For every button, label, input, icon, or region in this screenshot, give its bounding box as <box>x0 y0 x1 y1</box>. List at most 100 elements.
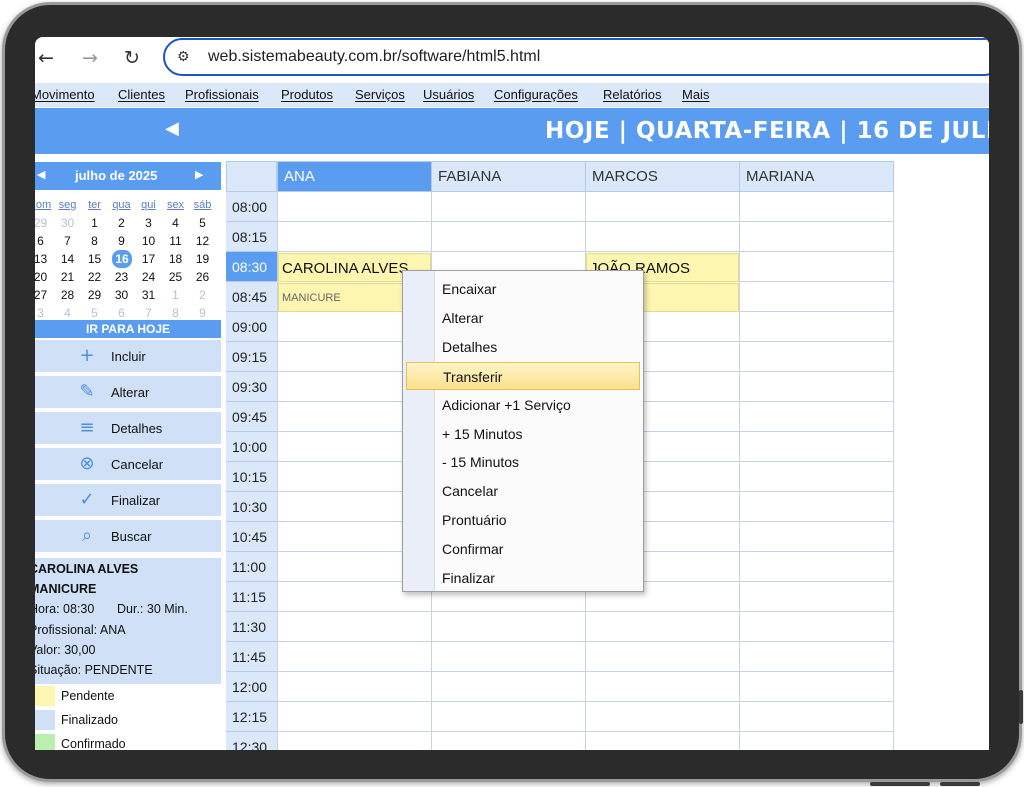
calendar-day[interactable]: 30 <box>54 214 81 232</box>
finalize-button-label: Finalizar <box>111 493 161 508</box>
triangle-left-icon[interactable]: ◀ <box>37 168 45 181</box>
collapse-panel-icon[interactable]: ◀ <box>165 118 179 139</box>
weekday-label: sáb <box>193 199 212 211</box>
time-slot-label: 10:30 <box>226 492 277 522</box>
calendar-day[interactable]: 18 <box>162 250 189 268</box>
legend-item: Finalizado <box>35 708 221 732</box>
page-header: ◀ HOJE | QUARTA-FEIRA | 16 DE JULHO <box>35 108 989 154</box>
menu-usuarios[interactable]: Usuários <box>423 87 474 102</box>
column-header-fabiana[interactable]: FABIANA <box>431 161 586 192</box>
go-to-today-button[interactable]: IR PARA HOJE <box>35 320 221 338</box>
forward-arrow-icon[interactable]: → <box>77 45 103 71</box>
weekday-label: ter <box>88 199 101 211</box>
menu-profissionais[interactable]: Profissionais <box>185 87 259 102</box>
finalize-button[interactable]: ✓ Finalizar <box>35 484 221 518</box>
url-text[interactable]: web.sistemabeauty.com.br/software/html5.… <box>208 48 540 66</box>
time-slot-label: 08:30 <box>226 252 277 282</box>
context-menu-item[interactable]: Transferir <box>406 361 640 390</box>
calendar-day[interactable]: 20 <box>35 268 54 286</box>
context-menu-item[interactable]: Adicionar +1 Serviço <box>406 391 640 419</box>
menu-mais[interactable]: Mais <box>682 87 709 102</box>
tablet-bottom-button <box>870 782 930 786</box>
calendar-day[interactable]: 19 <box>189 250 216 268</box>
calendar-day[interactable]: 3 <box>135 214 162 232</box>
calendar-day-today[interactable]: 16 <box>112 250 132 268</box>
edit-button-label: Alterar <box>111 385 150 400</box>
calendar-day[interactable]: 8 <box>81 232 108 250</box>
calendar-day[interactable]: 26 <box>189 268 216 286</box>
calendar-day[interactable]: 12 <box>189 232 216 250</box>
calendar-header: ◀ julho de 2025 ▶ <box>35 162 221 190</box>
calendar-day[interactable]: 29 <box>81 286 108 304</box>
calendar-day[interactable]: 28 <box>54 286 81 304</box>
context-menu-item-label: Alterar <box>442 309 484 326</box>
reload-icon[interactable]: ↻ <box>119 45 145 71</box>
calendar-day[interactable]: 6 <box>35 232 54 250</box>
context-menu-item[interactable]: Confirmar <box>406 535 640 563</box>
menu-produtos[interactable]: Produtos <box>281 87 333 102</box>
time-slot-label: 11:00 <box>226 552 277 582</box>
context-menu-item[interactable]: Detalhes <box>406 333 640 361</box>
menu-movimento[interactable]: Movimento <box>35 87 95 102</box>
calendar-day[interactable]: 25 <box>162 268 189 286</box>
weekday-label: seg <box>58 199 77 211</box>
calendar-day[interactable]: 31 <box>135 286 162 304</box>
calendar-day[interactable]: 2 <box>189 286 216 304</box>
calendar-day[interactable]: 24 <box>135 268 162 286</box>
calendar-day[interactable]: 14 <box>54 250 81 268</box>
details-button[interactable]: ≡ Detalhes <box>35 412 221 446</box>
calendar-day[interactable]: 29 <box>35 214 54 232</box>
back-arrow-icon[interactable]: ← <box>35 45 59 71</box>
column-header-marcos[interactable]: MARCOS <box>585 161 740 192</box>
calendar-day[interactable]: 23 <box>108 268 135 286</box>
time-slot-label: 11:45 <box>226 642 277 672</box>
calendar-weekday-row: dom seg ter qua qui sex sáb <box>35 196 217 214</box>
column-header-ana[interactable]: ANA <box>277 161 432 192</box>
column-header-mariana[interactable]: MARIANA <box>739 161 894 192</box>
calendar-day[interactable]: 22 <box>81 268 108 286</box>
time-slot-label: 09:30 <box>226 372 277 402</box>
context-menu-item[interactable]: Cancelar <box>406 477 640 505</box>
site-settings-icon[interactable]: ⚙ <box>177 48 195 66</box>
calendar-day[interactable]: 1 <box>81 214 108 232</box>
context-menu-item[interactable]: + 15 Minutos <box>406 420 640 448</box>
menu-configuracoes[interactable]: Configurações <box>494 87 578 102</box>
tablet-bottom-button <box>940 782 980 786</box>
calendar-day[interactable]: 27 <box>35 286 54 304</box>
legend-item: Pendente <box>35 684 221 708</box>
context-menu-item[interactable]: - 15 Minutos <box>406 448 640 476</box>
calendar-day[interactable]: 30 <box>108 286 135 304</box>
context-menu-item-label: + 15 Minutos <box>442 425 523 442</box>
edit-button[interactable]: ✎ Alterar <box>35 376 221 410</box>
context-menu-item[interactable]: Encaixar <box>406 275 640 303</box>
calendar-day[interactable]: 21 <box>54 268 81 286</box>
include-button[interactable]: + Incluir <box>35 340 221 374</box>
calendar-day[interactable]: 17 <box>135 250 162 268</box>
legend-swatch-confirmado <box>35 734 55 750</box>
cancel-button[interactable]: ⊗ Cancelar <box>35 448 221 482</box>
menu-relatorios[interactable]: Relatórios <box>603 87 662 102</box>
menu-servicos[interactable]: Serviços <box>355 87 405 102</box>
time-slot-label: 10:15 <box>226 462 277 492</box>
calendar-day[interactable]: 5 <box>189 214 216 232</box>
context-menu-item[interactable]: Alterar <box>406 304 640 332</box>
calendar-day[interactable]: 11 <box>162 232 189 250</box>
time-slot-label: 11:30 <box>226 612 277 642</box>
search-button[interactable]: ⌕ Buscar <box>35 520 221 554</box>
context-menu-item[interactable]: Prontuário <box>406 506 640 534</box>
context-menu-item[interactable]: Finalizar <box>406 564 640 592</box>
calendar-day[interactable]: 7 <box>54 232 81 250</box>
menu-clientes[interactable]: Clientes <box>118 87 165 102</box>
calendar-day[interactable]: 4 <box>162 214 189 232</box>
context-menu-item-label: Encaixar <box>442 281 497 297</box>
address-bar[interactable]: ⚙ web.sistemabeauty.com.br/software/html… <box>163 38 989 76</box>
weekday-label: qua <box>112 199 131 211</box>
calendar-week-row: 27 28 29 30 31 1 2 <box>35 286 217 304</box>
calendar-day[interactable]: 13 <box>35 250 54 268</box>
calendar-day[interactable]: 9 <box>108 232 135 250</box>
calendar-day[interactable]: 2 <box>108 214 135 232</box>
triangle-right-icon[interactable]: ▶ <box>195 168 203 181</box>
calendar-day[interactable]: 10 <box>135 232 162 250</box>
calendar-day[interactable]: 1 <box>162 286 189 304</box>
calendar-day[interactable]: 15 <box>81 250 108 268</box>
